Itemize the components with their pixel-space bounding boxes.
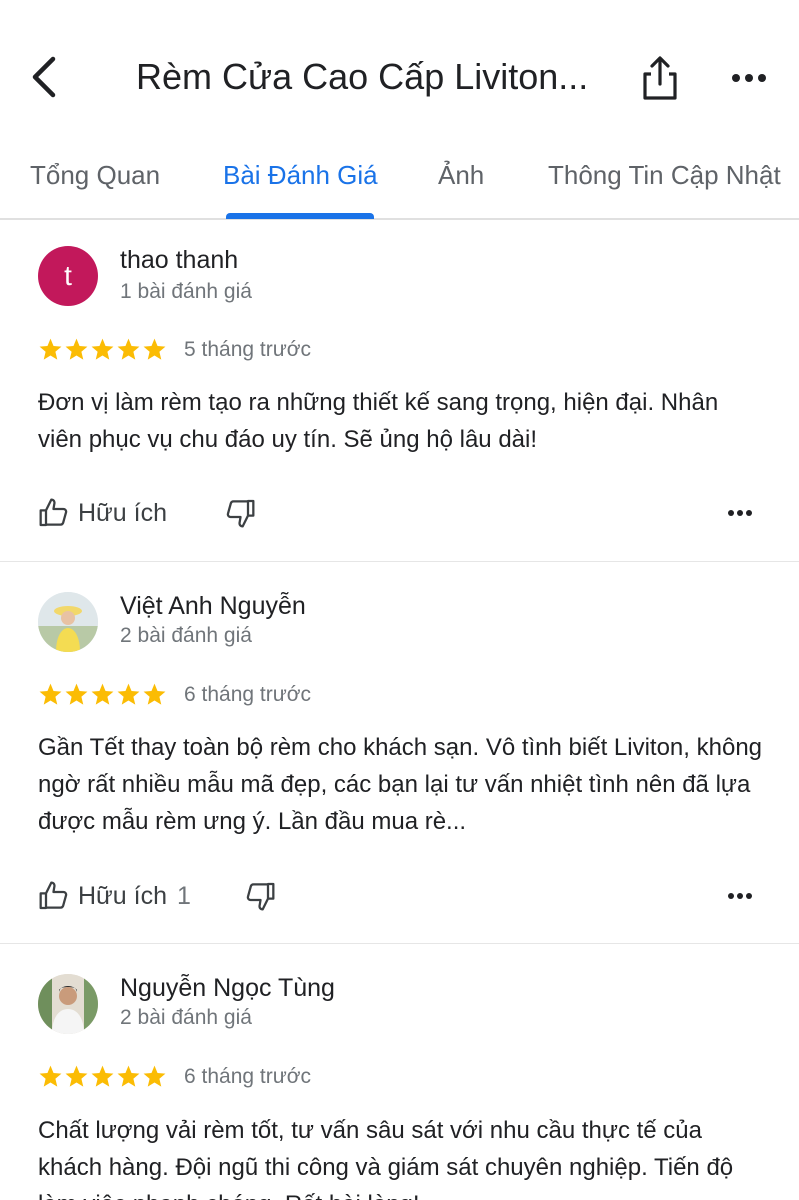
star-icon [117,338,140,360]
review-count: 2 bài đánh giá [120,1006,252,1029]
star-icon [91,1065,114,1087]
more-options-button[interactable] [724,56,774,100]
thumbs-down-icon [246,882,275,911]
helpful-label: Hữu ích [78,499,167,527]
star-icon [65,683,88,705]
not-helpful-button[interactable] [240,876,280,916]
thumbs-up-icon [39,881,68,910]
star-icon [91,338,114,360]
more-horizontal-icon [728,893,752,899]
star-icon [65,1065,88,1087]
more-horizontal-icon [732,74,766,82]
star-icon [117,1065,140,1087]
helpful-button[interactable]: Hữu ích 1 [38,880,191,912]
star-icon [143,683,166,705]
star-rating [38,1064,167,1094]
review-time: 6 tháng trước [184,1065,312,1088]
star-icon [143,338,166,360]
review-card: t thao thanh 1 bài đánh giá 5 tháng trướ… [0,220,799,562]
helpful-button[interactable]: Hữu ích [38,497,177,529]
star-rating [38,337,167,367]
tab-reviews[interactable]: Bài Đánh Giá [223,158,378,192]
review-text[interactable]: Gần Tết thay toàn bộ rèm cho khách sạn. … [38,729,768,840]
star-icon [117,683,140,705]
review-text[interactable]: Chất lượng vải rèm tốt, tư vấn sâu sát v… [38,1112,768,1200]
review-text[interactable]: Đơn vị làm rèm tạo ra những thiết kế san… [38,384,768,458]
star-rating [38,682,167,712]
tab-bar: Tổng Quan Bài Đánh Giá Ảnh Thông Tin Cập… [0,150,799,220]
avatar[interactable] [38,592,98,652]
star-icon [143,1065,166,1087]
page-title: Rèm Cửa Cao Cấp Liviton... [136,56,589,97]
share-button[interactable] [636,50,684,106]
app-header: Rèm Cửa Cao Cấp Liviton... [0,0,799,150]
chevron-left-icon [32,56,56,98]
review-card: Nguyễn Ngọc Tùng 2 bài đánh giá 6 tháng … [0,944,799,1200]
user-photo [38,974,98,1034]
star-icon [39,338,62,360]
review-time: 6 tháng trước [184,683,312,706]
author-name[interactable]: thao thanh [120,244,238,276]
star-icon [39,1065,62,1087]
review-more-button[interactable] [720,876,760,916]
avatar-letter: t [64,260,72,291]
star-icon [39,683,62,705]
not-helpful-button[interactable] [220,493,260,533]
review-time: 5 tháng trước [184,338,312,361]
star-icon [65,338,88,360]
more-horizontal-icon [728,510,752,516]
avatar[interactable]: t [38,246,98,306]
star-icon [91,683,114,705]
review-card: Việt Anh Nguyễn 2 bài đánh giá 6 tháng t… [0,562,799,944]
thumbs-up-icon [39,498,68,527]
review-count: 2 bài đánh giá [120,624,252,647]
thumbs-down-icon [226,499,255,528]
tab-photos[interactable]: Ảnh [438,158,484,192]
review-more-button[interactable] [720,493,760,533]
tab-overview[interactable]: Tổng Quan [30,158,160,192]
avatar[interactable] [38,974,98,1034]
helpful-count: 1 [177,882,191,910]
share-icon [643,56,677,100]
active-tab-indicator [226,213,374,219]
author-name[interactable]: Việt Anh Nguyễn [120,590,306,622]
back-button[interactable] [22,52,66,102]
author-name[interactable]: Nguyễn Ngọc Tùng [120,972,335,1004]
user-photo [38,592,98,652]
helpful-label: Hữu ích [78,882,167,910]
review-count: 1 bài đánh giá [120,280,252,303]
tab-updates[interactable]: Thông Tin Cập Nhật [548,158,781,192]
